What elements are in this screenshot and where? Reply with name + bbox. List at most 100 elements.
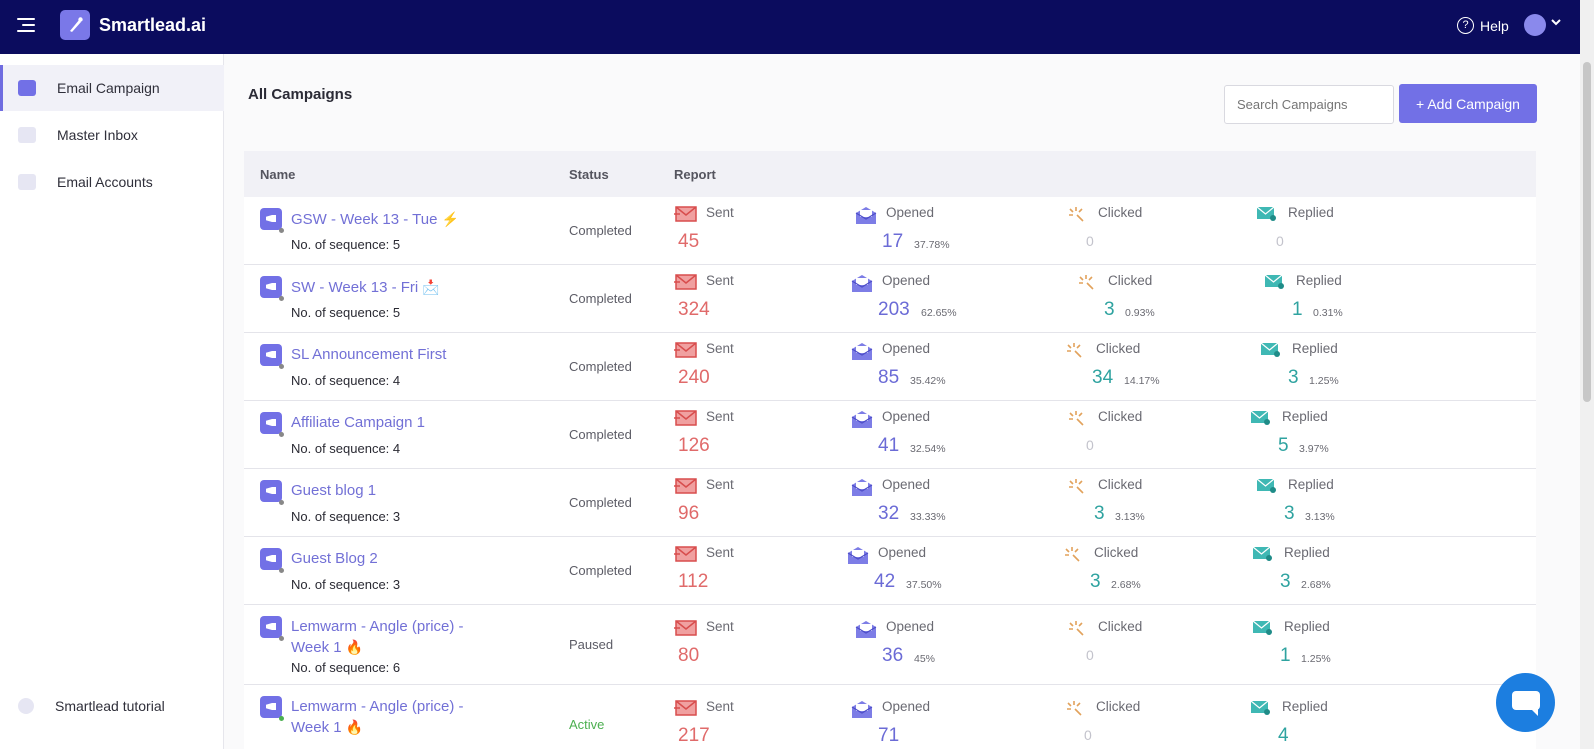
campaign-name-link[interactable]: Guest blog 1 bbox=[291, 481, 491, 501]
campaign-name-link[interactable]: Lemwarm - Angle (price) - Week 1 🔥 bbox=[291, 697, 491, 738]
metric-sent: Sent 217 bbox=[674, 699, 874, 749]
opened-label: Opened bbox=[878, 545, 927, 560]
sequence-count: No. of sequence: 5 bbox=[291, 237, 401, 252]
metric-opened: Opened 85 35.42% bbox=[850, 341, 1050, 393]
replied-percentage: 1.25% bbox=[1301, 653, 1331, 665]
chevron-down-icon[interactable] bbox=[1550, 15, 1562, 31]
sidebar-item-master-inbox[interactable]: Master Inbox bbox=[0, 112, 224, 158]
status-dot bbox=[279, 568, 284, 573]
scrollbar-thumb[interactable] bbox=[1583, 62, 1591, 402]
sequence-count: No. of sequence: 3 bbox=[291, 577, 401, 592]
status-badge: Completed bbox=[569, 427, 632, 442]
campaign-name-link[interactable]: Affiliate Campaign 1 bbox=[291, 413, 491, 433]
metric-clicked: Clicked 3 3.13% bbox=[1066, 477, 1266, 529]
table-row[interactable]: SL Announcement First No. of sequence: 4 C… bbox=[244, 333, 1536, 401]
mail-accounts-icon bbox=[18, 174, 36, 190]
campaign-name-link[interactable]: SW - Week 13 - Fri 📩 bbox=[291, 277, 491, 298]
table-row[interactable]: Guest blog 1 No. of sequence: 3 Completed S… bbox=[244, 469, 1536, 537]
campaign-name-link[interactable]: GSW - Week 13 - Tue ⚡ bbox=[291, 209, 491, 230]
add-campaign-button[interactable]: + Add Campaign bbox=[1399, 84, 1537, 123]
replied-label: Replied bbox=[1282, 699, 1328, 714]
table-row[interactable]: SW - Week 13 - Fri 📩 No. of sequence: 5 Com… bbox=[244, 265, 1536, 333]
metric-clicked: Clicked 3 0.93% bbox=[1076, 273, 1276, 325]
status-badge: Active bbox=[569, 717, 605, 732]
campaign-name-link[interactable]: SL Announcement First bbox=[291, 345, 491, 365]
avatar[interactable] bbox=[1524, 14, 1546, 36]
replied-value: 5 bbox=[1278, 435, 1289, 456]
sidebar-item-email-accounts[interactable]: Email Accounts bbox=[0, 159, 224, 205]
opened-icon bbox=[854, 205, 878, 224]
metric-clicked: Clicked 0 bbox=[1066, 205, 1266, 257]
clicked-value: 0 bbox=[1086, 647, 1094, 663]
sidebar-item-email-campaign[interactable]: Email Campaign bbox=[0, 65, 224, 111]
megaphone-icon bbox=[260, 344, 282, 366]
campaign-name-link[interactable]: Lemwarm - Angle (price) - Week 1 🔥 bbox=[291, 617, 491, 658]
metric-replied: Replied 5 3.97% bbox=[1250, 409, 1450, 461]
help-button[interactable]: ? Help bbox=[1457, 17, 1509, 34]
opened-label: Opened bbox=[882, 409, 931, 424]
metric-sent: Sent 45 bbox=[674, 205, 874, 257]
replied-label: Replied bbox=[1284, 619, 1330, 634]
opened-value: 32 bbox=[878, 503, 900, 524]
table-row[interactable]: Lemwarm - Angle (price) - Week 1 🔥 Active S… bbox=[244, 685, 1536, 749]
clicked-percentage: 14.17% bbox=[1124, 375, 1160, 387]
sent-label: Sent bbox=[706, 477, 734, 492]
sent-icon bbox=[674, 477, 698, 495]
sequence-count: No. of sequence: 4 bbox=[291, 373, 401, 388]
opened-icon bbox=[850, 273, 874, 292]
status-dot bbox=[279, 364, 284, 369]
metric-replied: Replied 3 2.68% bbox=[1252, 545, 1452, 597]
replied-value: 0 bbox=[1276, 233, 1284, 249]
replied-percentage: 0.31% bbox=[1313, 307, 1343, 319]
status-dot bbox=[279, 716, 284, 721]
table-row[interactable]: Affiliate Campaign 1 No. of sequence: 4 Co… bbox=[244, 401, 1536, 469]
clicked-label: Clicked bbox=[1096, 699, 1141, 714]
opened-value: 85 bbox=[878, 367, 900, 388]
top-navbar: Smartlead.ai ? Help bbox=[0, 0, 1580, 54]
clicked-label: Clicked bbox=[1094, 545, 1139, 560]
campaign-name: Guest blog 1 bbox=[291, 482, 377, 499]
opened-icon bbox=[854, 619, 878, 638]
campaign-emoji: 🔥 bbox=[345, 639, 364, 655]
status-badge: Paused bbox=[569, 637, 614, 652]
metric-sent: Sent 112 bbox=[674, 545, 874, 597]
scrollbar[interactable] bbox=[1580, 0, 1594, 749]
opened-icon bbox=[850, 477, 874, 496]
opened-value: 36 bbox=[882, 645, 904, 666]
replied-percentage: 3.97% bbox=[1299, 443, 1329, 455]
page-title: All Campaigns bbox=[248, 86, 353, 103]
table-row[interactable]: Guest Blog 2 No. of sequence: 3 Completed S… bbox=[244, 537, 1536, 605]
menu-icon[interactable] bbox=[17, 16, 37, 34]
replied-icon bbox=[1264, 273, 1288, 291]
table-row[interactable]: GSW - Week 13 - Tue ⚡ No. of sequence: 5 Co… bbox=[244, 197, 1536, 265]
metric-clicked: Clicked 3 2.68% bbox=[1062, 545, 1262, 597]
metric-clicked: Clicked 0 bbox=[1064, 699, 1264, 749]
status-badge: Completed bbox=[569, 359, 632, 374]
opened-percentage: 32.54% bbox=[910, 443, 946, 455]
metric-replied: Replied 0 bbox=[1256, 205, 1456, 257]
chat-icon[interactable] bbox=[1496, 673, 1555, 732]
sequence-count: No. of sequence: 5 bbox=[291, 305, 401, 320]
campaign-emoji: 📩 bbox=[422, 279, 440, 295]
help-label: Help bbox=[1480, 17, 1509, 34]
opened-label: Opened bbox=[886, 205, 935, 220]
sidebar-item-tutorial[interactable]: Smartlead tutorial bbox=[0, 683, 224, 729]
table-row[interactable]: Lemwarm - Angle (price) - Week 1 🔥 No. of … bbox=[244, 605, 1536, 685]
replied-icon bbox=[1252, 619, 1276, 637]
megaphone-icon bbox=[260, 696, 282, 718]
search-input[interactable] bbox=[1224, 85, 1394, 124]
sent-label: Sent bbox=[706, 409, 734, 424]
replied-label: Replied bbox=[1282, 409, 1328, 424]
column-header-report: Report bbox=[674, 167, 716, 182]
replied-icon bbox=[1252, 545, 1276, 563]
sequence-count: No. of sequence: 3 bbox=[291, 509, 401, 524]
clicked-icon bbox=[1066, 205, 1090, 223]
replied-percentage: 2.68% bbox=[1301, 579, 1331, 591]
campaign-name-link[interactable]: Guest Blog 2 bbox=[291, 549, 491, 569]
logo-icon[interactable] bbox=[60, 10, 90, 40]
replied-icon bbox=[1256, 205, 1280, 223]
replied-value: 1 bbox=[1292, 299, 1303, 320]
status-badge: Completed bbox=[569, 563, 632, 578]
sent-label: Sent bbox=[706, 205, 734, 220]
opened-icon bbox=[850, 409, 874, 428]
